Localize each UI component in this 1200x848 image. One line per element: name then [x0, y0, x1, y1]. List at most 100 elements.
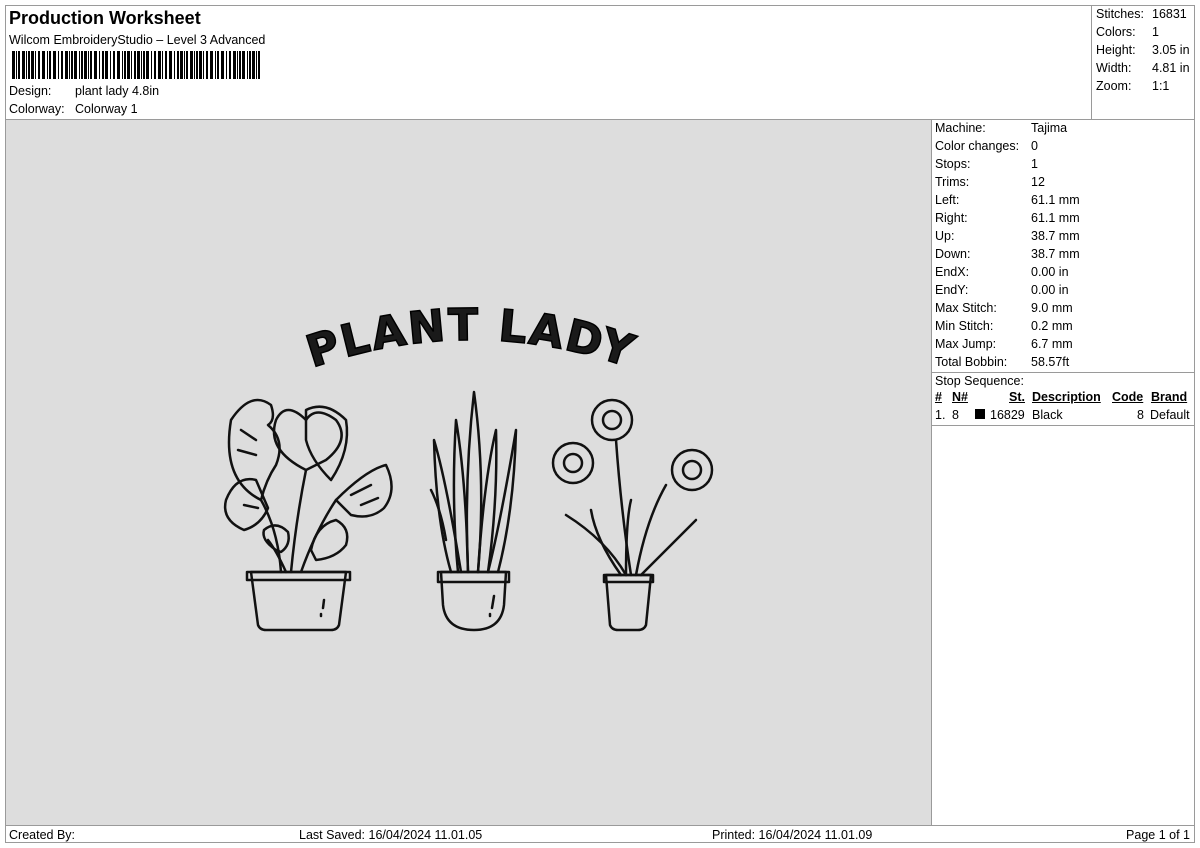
width-label: Width:: [1096, 61, 1132, 75]
barcode-bar: [61, 51, 63, 79]
col-header-brand: Brand: [1151, 390, 1188, 404]
barcode-bar: [127, 51, 130, 79]
barcode-bar: [26, 51, 27, 79]
barcode-bar: [117, 51, 120, 79]
barcode-bar: [239, 51, 241, 79]
barcode-bar: [131, 51, 132, 79]
detail-label: Machine:: [935, 121, 986, 135]
detail-row: EndY: 0.00 in: [935, 283, 1069, 297]
barcode-bar: [105, 51, 108, 79]
detail-value: Tajima: [1031, 121, 1068, 135]
worksheet-frame: Production Worksheet Wilcom EmbroiderySt…: [5, 5, 1195, 843]
flower-plant-icon: [551, 398, 714, 632]
detail-row: Down: 38.7 mm: [935, 247, 1080, 261]
barcode-bar: [177, 51, 179, 79]
barcode-bar: [217, 51, 219, 79]
detail-row: EndX: 0.00 in: [935, 265, 1069, 279]
detail-row: Right: 61.1 mm: [935, 211, 1080, 225]
detail-row: Up: 38.7 mm: [935, 229, 1080, 243]
page-number: Page 1 of 1: [1126, 828, 1190, 842]
software-name: Wilcom EmbroideryStudio – Level 3 Advanc…: [9, 33, 266, 47]
design-value: plant lady 4.8in: [75, 84, 160, 98]
barcode-bar: [110, 51, 111, 79]
detail-value: 0.00 in: [1031, 283, 1069, 297]
barcode-bar: [154, 51, 156, 79]
detail-label: Down:: [935, 247, 971, 261]
barcode-bar: [249, 51, 251, 79]
barcode-bar: [252, 51, 255, 79]
barcode-bar: [79, 51, 80, 79]
row-code: 8: [1137, 408, 1144, 422]
design-preview: PLANT LADY: [6, 120, 932, 825]
width-row: Width: 4.81 in: [1096, 61, 1190, 75]
height-row: Height: 3.05 in: [1096, 43, 1190, 57]
barcode-bar: [247, 51, 248, 79]
barcode-bar: [65, 51, 68, 79]
detail-value: 1: [1031, 157, 1038, 171]
barcode-bar: [35, 51, 36, 79]
detail-row: Left: 61.1 mm: [935, 193, 1080, 207]
barcode-bar: [158, 51, 161, 79]
barcode-bar: [221, 51, 224, 79]
barcode-bar: [47, 51, 48, 79]
worksheet-header: Production Worksheet Wilcom EmbroiderySt…: [6, 6, 1093, 119]
barcode-bar: [206, 51, 208, 79]
summary-panel: Stitches: 16831 Colors: 1 Height: 3.05 in W…: [1091, 6, 1195, 119]
barcode-bar: [242, 51, 245, 79]
detail-value: 38.7 mm: [1031, 229, 1080, 243]
row-num: 1.: [935, 408, 946, 422]
colors-row: Colors: 1: [1096, 25, 1159, 39]
barcode-bar: [199, 51, 202, 79]
colors-label: Colors:: [1096, 25, 1136, 39]
barcode-bar: [42, 51, 45, 79]
barcode-bar: [162, 51, 163, 79]
stop-sequence-title: Stop Sequence:: [935, 374, 1024, 388]
barcode-bar: [226, 51, 227, 79]
barcode-bar: [196, 51, 198, 79]
barcode-bar: [53, 51, 56, 79]
barcode-bar: [102, 51, 104, 79]
barcode-bar: [184, 51, 185, 79]
table-bottom-divider: [932, 425, 1194, 426]
barcode-bar: [169, 51, 172, 79]
detail-label: Up:: [935, 229, 955, 243]
design-text: PLANT LADY: [300, 300, 641, 378]
detail-row: Trims: 12: [935, 175, 1045, 189]
detail-label: Stops:: [935, 157, 971, 171]
detail-value: 61.1 mm: [1031, 193, 1080, 207]
height-value: 3.05 in: [1152, 43, 1190, 57]
barcode-bar: [215, 51, 216, 79]
barcode-bar: [258, 51, 260, 79]
detail-label: Right:: [935, 211, 968, 225]
worksheet-footer: Created By: Last Saved: 16/04/2024 11.01…: [6, 825, 1194, 843]
col-header-num: #: [935, 390, 942, 404]
printed-date: Printed: 16/04/2024 11.01.09: [712, 828, 873, 842]
colorway-label: Colorway:: [9, 102, 65, 116]
barcode-bar: [81, 51, 83, 79]
detail-label: Trims:: [935, 175, 970, 189]
detail-label: Min Stitch:: [935, 319, 994, 333]
detail-row: Max Jump: 6.7 mm: [935, 337, 1073, 351]
detail-value: 61.1 mm: [1031, 211, 1080, 225]
detail-label: Color changes:: [935, 139, 1020, 153]
barcode-bar: [146, 51, 149, 79]
detail-label: Max Jump:: [935, 337, 997, 351]
detail-value: 0: [1031, 139, 1038, 153]
page-title: Production Worksheet: [9, 8, 201, 28]
last-saved: Last Saved: 16/04/2024 11.01.05: [299, 828, 483, 842]
detail-value: 58.57ft: [1031, 355, 1070, 369]
detail-row: Max Stitch: 9.0 mm: [935, 301, 1073, 315]
barcode-bar: [38, 51, 40, 79]
barcode-bar: [203, 51, 204, 79]
barcode-bar: [22, 51, 25, 79]
zoom-label: Zoom:: [1096, 79, 1132, 93]
barcode-bar: [180, 51, 183, 79]
barcode-bar: [174, 51, 175, 79]
detail-row: Total Bobbin: 58.57ft: [935, 355, 1069, 369]
detail-label: Total Bobbin:: [935, 355, 1008, 369]
barcode-bar: [18, 51, 20, 79]
width-value: 4.81 in: [1152, 61, 1190, 75]
barcode-bar: [143, 51, 145, 79]
detail-label: EndX:: [935, 265, 970, 279]
col-header-st: St.: [1009, 390, 1025, 404]
